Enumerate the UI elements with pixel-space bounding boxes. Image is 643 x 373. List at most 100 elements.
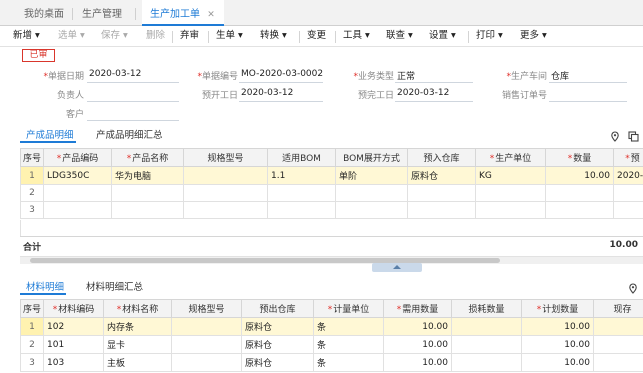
- product-table-cell[interactable]: [183, 166, 268, 185]
- material-table-cell[interactable]: 原料仓: [241, 335, 314, 354]
- material-table-row[interactable]: 2 101 显卡 原料仓条 10.00 10.00: [20, 335, 643, 354]
- product-column-header[interactable]: 序号: [20, 148, 44, 167]
- biz-type-field[interactable]: 正常: [397, 69, 415, 82]
- plan-start-field[interactable]: 2020-03-12: [241, 88, 293, 98]
- material-table-cell[interactable]: [593, 353, 643, 372]
- material-column-header[interactable]: *材料编码: [43, 299, 104, 318]
- product-table-cell[interactable]: [475, 184, 546, 202]
- material-column-header[interactable]: 预出仓库: [241, 299, 314, 318]
- product-table-cell[interactable]: 华为电脑: [111, 166, 184, 185]
- abandon-audit-button[interactable]: 弃审: [180, 27, 199, 47]
- material-table-cell[interactable]: 10.00: [521, 353, 594, 372]
- product-column-header[interactable]: *产品编码: [43, 148, 112, 167]
- product-column-header[interactable]: *数量: [545, 148, 614, 167]
- material-table-cell[interactable]: [593, 317, 643, 336]
- material-table-cell[interactable]: 主板: [103, 353, 172, 372]
- material-table-cell[interactable]: 103: [43, 353, 104, 372]
- tab-production-order[interactable]: 生产加工单 ✕: [142, 0, 224, 26]
- material-table-row[interactable]: 1 102 内存条 原料仓条 10.00 10.00: [20, 317, 643, 336]
- tab-product-summary[interactable]: 产成品明细汇总: [96, 127, 163, 141]
- location-pin-icon[interactable]: [628, 283, 638, 297]
- tab-home[interactable]: 我的桌面: [24, 0, 64, 26]
- product-column-header[interactable]: *预: [613, 148, 643, 167]
- product-column-header[interactable]: *生产单位: [475, 148, 546, 167]
- material-table-cell[interactable]: 10.00: [383, 317, 452, 336]
- tab-production[interactable]: 生产管理: [82, 0, 122, 26]
- product-table-cell[interactable]: [43, 201, 112, 219]
- product-table-cell[interactable]: [111, 201, 184, 219]
- material-table-cell[interactable]: 101: [43, 335, 104, 354]
- location-pin-icon[interactable]: [610, 131, 620, 145]
- product-table-cell[interactable]: 2020-: [613, 166, 643, 185]
- tools-button[interactable]: 工具 ▾: [343, 27, 370, 47]
- product-column-header[interactable]: *产品名称: [111, 148, 184, 167]
- material-table-cell[interactable]: [451, 335, 522, 354]
- material-table-cell[interactable]: 条: [313, 335, 384, 354]
- product-column-header[interactable]: BOM展开方式: [335, 148, 408, 167]
- product-table-cell[interactable]: [183, 201, 268, 219]
- product-table-cell[interactable]: [545, 184, 614, 202]
- print-button[interactable]: 打印 ▾: [476, 27, 503, 47]
- product-table-cell[interactable]: [613, 201, 643, 219]
- copy-icon[interactable]: [628, 131, 639, 145]
- material-column-header[interactable]: 规格型号: [171, 299, 242, 318]
- plan-end-field[interactable]: 2020-03-12: [397, 88, 449, 98]
- save-button[interactable]: 保存 ▾: [101, 27, 128, 47]
- convert-button[interactable]: 转换 ▾: [260, 27, 287, 47]
- product-table-cell[interactable]: 1.1: [267, 166, 336, 185]
- product-table-cell[interactable]: [43, 184, 112, 202]
- product-table-cell[interactable]: [111, 184, 184, 202]
- select-order-button[interactable]: 选单 ▾: [58, 27, 85, 47]
- material-table-cell[interactable]: 原料仓: [241, 353, 314, 372]
- material-table-cell[interactable]: 内存条: [103, 317, 172, 336]
- product-table-cell[interactable]: [407, 184, 476, 202]
- material-table-cell[interactable]: 10.00: [521, 317, 594, 336]
- material-table-cell[interactable]: 显卡: [103, 335, 172, 354]
- query-button[interactable]: 联查 ▾: [386, 27, 413, 47]
- material-table-cell[interactable]: 10.00: [383, 353, 452, 372]
- product-table-row[interactable]: 2: [20, 184, 643, 202]
- product-column-header[interactable]: 适用BOM: [267, 148, 336, 167]
- material-table-cell[interactable]: 条: [313, 317, 384, 336]
- material-table-cell[interactable]: 原料仓: [241, 317, 314, 336]
- doc-no-field[interactable]: MO-2020-03-0002: [241, 69, 323, 79]
- new-button[interactable]: 新增 ▾: [13, 27, 40, 47]
- material-table-cell[interactable]: [451, 353, 522, 372]
- scrollbar-thumb[interactable]: [30, 258, 500, 263]
- material-table-cell[interactable]: [171, 335, 242, 354]
- tab-material-detail[interactable]: 材料明细: [26, 279, 64, 293]
- material-table-cell[interactable]: [593, 335, 643, 354]
- product-table-cell[interactable]: 单阶: [335, 166, 408, 185]
- product-table-cell[interactable]: [335, 201, 408, 219]
- workshop-field[interactable]: 仓库: [551, 69, 569, 82]
- product-table-cell[interactable]: KG: [475, 166, 546, 185]
- product-table-cell[interactable]: [545, 201, 614, 219]
- product-table-cell[interactable]: 原料仓: [407, 166, 476, 185]
- material-table-cell[interactable]: 10.00: [521, 335, 594, 354]
- material-column-header[interactable]: *需用数量: [383, 299, 452, 318]
- product-table-cell[interactable]: [267, 201, 336, 219]
- panel-splitter[interactable]: [372, 263, 422, 272]
- product-table-cell[interactable]: [475, 201, 546, 219]
- product-column-header[interactable]: 预入仓库: [407, 148, 476, 167]
- material-table-cell[interactable]: 102: [43, 317, 104, 336]
- material-table-cell[interactable]: [171, 353, 242, 372]
- material-table-cell[interactable]: 条: [313, 353, 384, 372]
- material-column-header[interactable]: 现存: [593, 299, 643, 318]
- material-column-header[interactable]: 序号: [20, 299, 44, 318]
- more-button[interactable]: 更多 ▾: [520, 27, 547, 47]
- product-table-cell[interactable]: 10.00: [545, 166, 614, 185]
- doc-date-field[interactable]: 2020-03-12: [89, 69, 141, 79]
- generate-order-button[interactable]: 生单 ▾: [216, 27, 243, 47]
- material-column-header[interactable]: *材料名称: [103, 299, 172, 318]
- product-table-cell[interactable]: LDG350C: [43, 166, 112, 185]
- material-table-cell[interactable]: 10.00: [383, 335, 452, 354]
- material-table-cell[interactable]: [451, 317, 522, 336]
- product-table-row[interactable]: 1 LDG350C 华为电脑 1.1 单阶 原料仓 KG 10.00 2020-: [20, 166, 643, 185]
- product-table-cell[interactable]: [267, 184, 336, 202]
- tab-product-detail[interactable]: 产成品明细: [26, 127, 74, 141]
- product-column-header[interactable]: 规格型号: [183, 148, 268, 167]
- product-table-cell[interactable]: [335, 184, 408, 202]
- settings-button[interactable]: 设置 ▾: [429, 27, 456, 47]
- material-table-row[interactable]: 3 103 主板 原料仓条 10.00 10.00: [20, 353, 643, 372]
